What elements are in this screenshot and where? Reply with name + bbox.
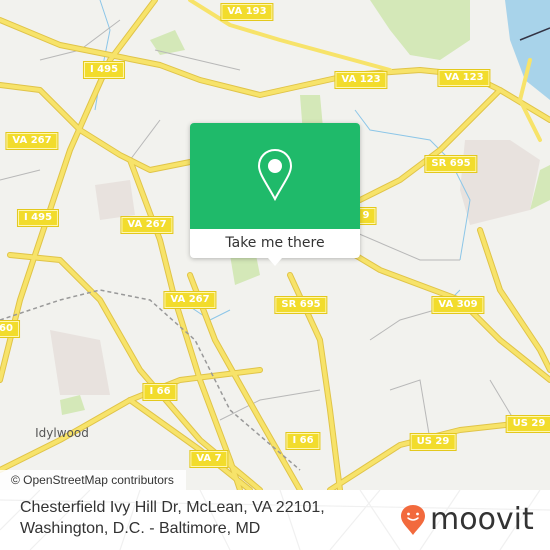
minor-road bbox=[0, 169, 41, 181]
road-shield: VA 193 bbox=[220, 3, 274, 21]
park-area bbox=[150, 30, 185, 55]
road-shield: I 495 bbox=[82, 61, 126, 79]
minor-road bbox=[129, 119, 161, 161]
address-text: Chesterfield Ivy Hill Dr, McLean, VA 221… bbox=[20, 497, 325, 539]
road-shield: VA 267 bbox=[163, 291, 217, 309]
address-line-2: Washington, D.C. - Baltimore, MD bbox=[20, 520, 261, 537]
map-attribution[interactable]: © OpenStreetMap contributors bbox=[0, 470, 186, 490]
road-shield: VA 267 bbox=[120, 216, 174, 234]
road-shield: VA 123 bbox=[437, 69, 491, 87]
take-me-there-button[interactable]: Take me there bbox=[190, 229, 360, 258]
road-shield: I 495 bbox=[16, 209, 60, 227]
moovit-pin-icon bbox=[401, 505, 425, 535]
road-shield: VA 309 bbox=[431, 296, 485, 314]
road-shield: VA 7 bbox=[189, 450, 229, 468]
road-shield: VA 267 bbox=[5, 132, 59, 150]
road-shield: US 29 bbox=[409, 433, 457, 451]
popup-pointer bbox=[268, 258, 282, 266]
park-area bbox=[370, 0, 470, 60]
residential-area bbox=[50, 330, 110, 395]
footer: Chesterfield Ivy Hill Dr, McLean, VA 221… bbox=[0, 490, 550, 550]
place-label-idylwood: Idylwood bbox=[35, 426, 89, 440]
residential-area bbox=[460, 140, 540, 225]
map-canvas[interactable]: VA 193 I 495 VA 123 VA 123 VA 267 SR 695… bbox=[0, 0, 550, 490]
destination-popup: Take me there bbox=[190, 123, 360, 266]
residential-area bbox=[95, 180, 135, 220]
minor-road bbox=[349, 229, 460, 261]
road-shield: I 66 bbox=[142, 383, 178, 401]
potomac-river bbox=[505, 0, 550, 100]
moovit-logo[interactable]: moovit bbox=[400, 500, 540, 540]
road-shield: SR 695 bbox=[274, 296, 328, 314]
minor-road bbox=[219, 389, 321, 421]
road-shield: VA 123 bbox=[334, 71, 388, 89]
road-shield: I 66 bbox=[285, 432, 321, 450]
minor-road bbox=[389, 379, 431, 441]
moovit-wordmark: moovit bbox=[430, 502, 534, 537]
address-line-1: Chesterfield Ivy Hill Dr, McLean, VA 221… bbox=[20, 499, 325, 516]
road-shield: 60 bbox=[0, 320, 20, 338]
stream bbox=[354, 109, 471, 261]
popup-header bbox=[190, 123, 360, 229]
road-va-193 bbox=[188, 0, 392, 72]
map-pin-icon bbox=[257, 148, 293, 202]
park-area bbox=[60, 395, 85, 415]
road-shield: SR 695 bbox=[424, 155, 478, 173]
road-shield: US 29 bbox=[505, 415, 550, 433]
